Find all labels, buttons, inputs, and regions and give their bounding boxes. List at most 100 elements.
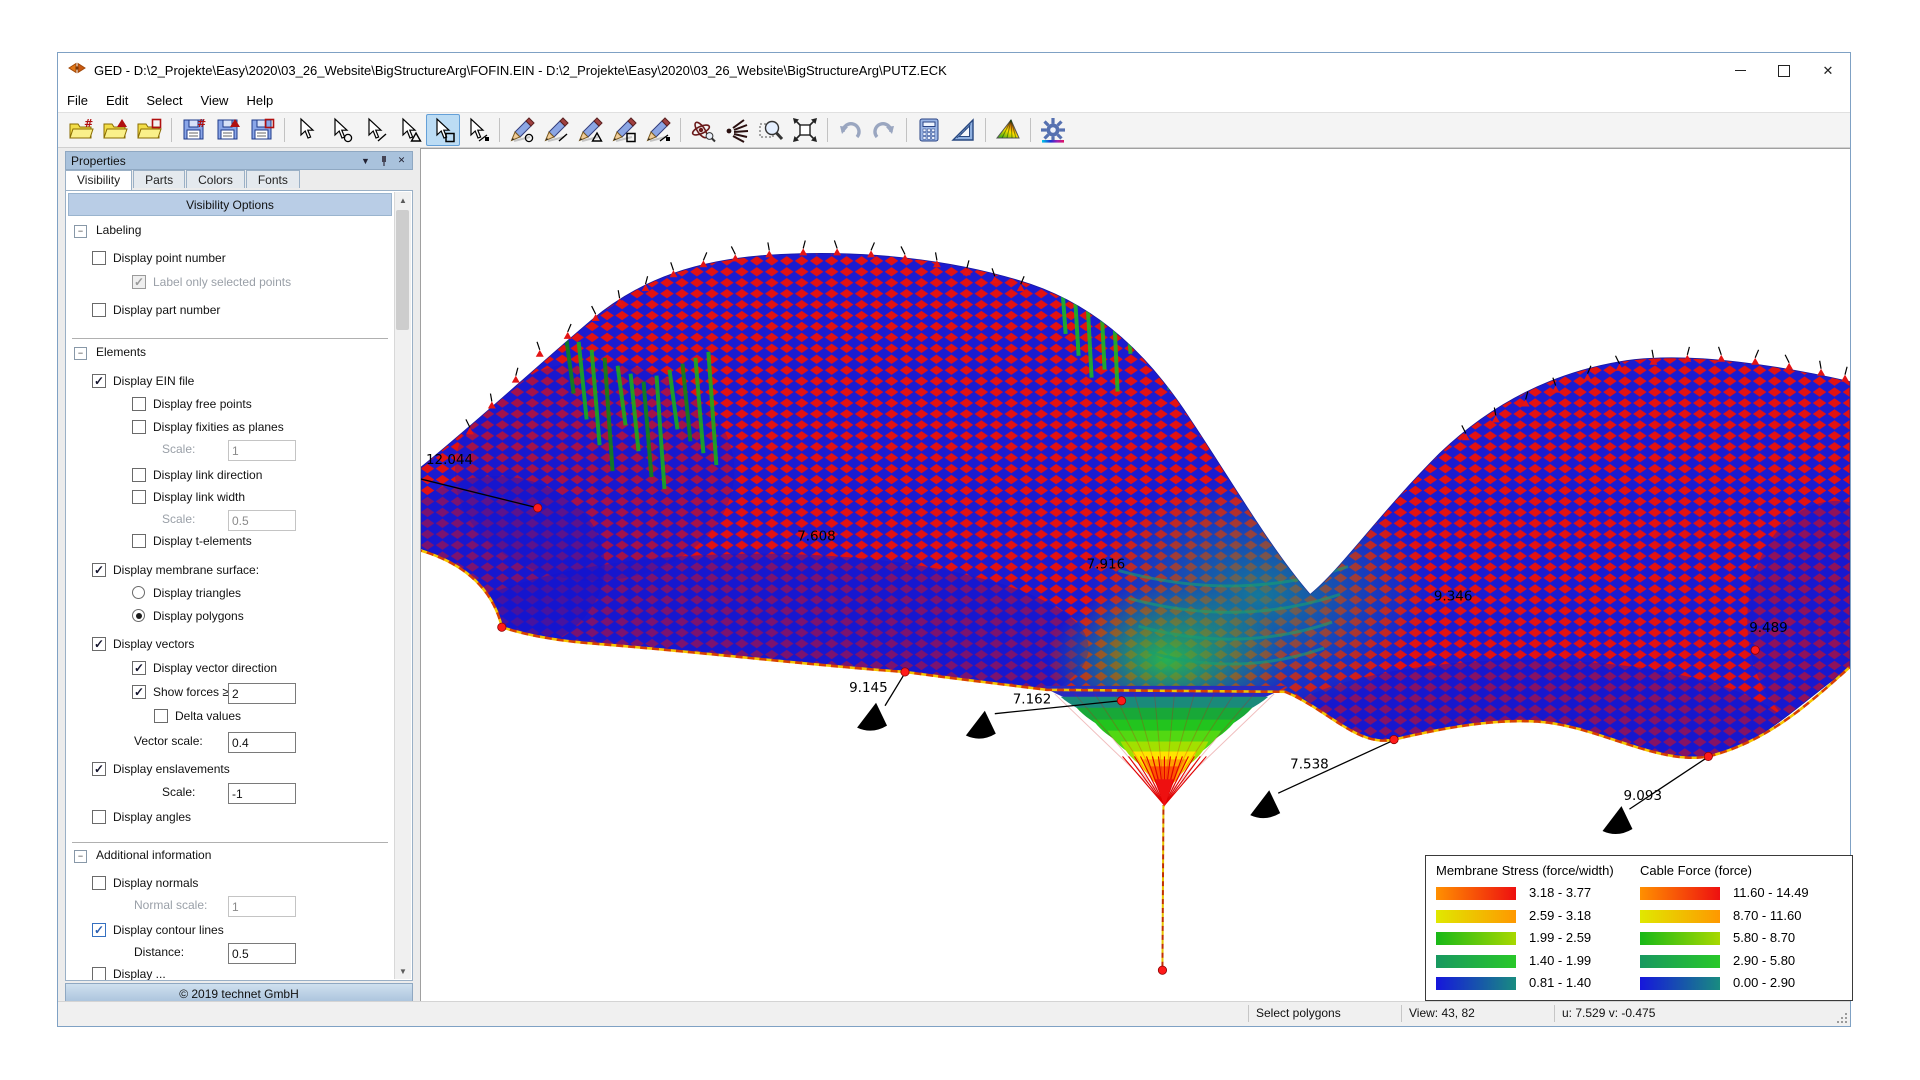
redo-button[interactable] [867, 114, 901, 146]
tab-parts[interactable]: Parts [133, 170, 185, 188]
anchor-cone [857, 703, 887, 731]
tab-colors[interactable]: Colors [186, 170, 245, 188]
calculator-button[interactable] [912, 114, 946, 146]
maximize-button[interactable] [1762, 53, 1806, 88]
panel-menu-icon[interactable]: ▼ [358, 153, 373, 168]
zoom-window-button[interactable] [754, 114, 788, 146]
input-scale[interactable] [228, 440, 296, 461]
checkbox-display-contour-lines[interactable]: ✓ [92, 923, 106, 937]
scroll-thumb[interactable] [396, 210, 409, 330]
checkbox-display-vector-direction[interactable]: ✓ [132, 661, 146, 675]
checkbox-label: Display link direction [153, 468, 262, 482]
status-uv: u: 7.529 v: -0.475 [1562, 1006, 1655, 1020]
membrane-view-button[interactable] [991, 114, 1025, 146]
draw-links-button[interactable] [641, 114, 675, 146]
3d-viewport[interactable]: 12.0447.6087.9169.3469.4899.1457.1627.53… [420, 148, 1850, 1001]
checkbox-display-vectors[interactable]: ✓ [92, 637, 106, 651]
open-lines-file-button[interactable] [98, 114, 132, 146]
menu-item-help[interactable]: Help [237, 90, 282, 111]
menu-item-view[interactable]: View [192, 90, 238, 111]
panel-scrollbar[interactable]: ▲ ▼ [394, 192, 411, 979]
close-button[interactable]: ✕ [1806, 53, 1850, 88]
checkbox-display-normals[interactable] [92, 876, 106, 890]
zoom-point-button[interactable] [720, 114, 754, 146]
input-distance[interactable] [228, 943, 296, 964]
save-lines-file-button[interactable] [211, 114, 245, 146]
save-polygons-file-button[interactable] [245, 114, 279, 146]
checkbox-delta-values[interactable] [154, 709, 168, 723]
settings-button[interactable] [1036, 114, 1070, 146]
select-lines-button[interactable] [358, 114, 392, 146]
open-points-file-button[interactable]: # [64, 114, 98, 146]
checkbox-display-ein-file[interactable]: ✓ [92, 374, 106, 388]
checkbox-display-point-number[interactable] [92, 251, 106, 265]
app-logo-icon [68, 60, 86, 81]
input-scale[interactable] [228, 510, 296, 531]
checkbox-label: Display EIN file [113, 374, 194, 388]
orbit-view-button[interactable] [686, 114, 720, 146]
select-points-button[interactable] [324, 114, 358, 146]
checkbox-display-part-number[interactable] [92, 303, 106, 317]
input-scale[interactable] [228, 783, 296, 804]
legend-range: 0.00 - 2.90 [1733, 975, 1795, 990]
checkbox-display[interactable] [92, 967, 106, 980]
checkbox-display-free-points[interactable] [132, 397, 146, 411]
measure-button[interactable] [946, 114, 980, 146]
force-label: 7.916 [1087, 558, 1126, 573]
radio-display-triangles[interactable] [132, 586, 145, 599]
scroll-up-icon[interactable]: ▲ [395, 192, 411, 208]
toolbar-separator [171, 118, 172, 142]
open-polygons-file-button[interactable] [132, 114, 166, 146]
row-display-fixities-as-planes: Display fixities as planes [66, 418, 396, 438]
node-dot [534, 504, 542, 512]
panel-body: Visibility Options− Labeling Display poi… [65, 190, 413, 981]
force-label: 7.608 [797, 530, 836, 545]
collapse-icon[interactable]: − [74, 225, 87, 238]
checkbox-display-membrane-surface[interactable]: ✓ [92, 563, 106, 577]
tab-fonts[interactable]: Fonts [246, 170, 300, 188]
checkbox-display-fixities-as-planes[interactable] [132, 420, 146, 434]
row-display-point-number: Display point number [66, 249, 396, 269]
checkbox-label: Display free points [153, 397, 252, 411]
checkbox-display-link-direction[interactable] [132, 468, 146, 482]
checkbox-show-forces[interactable]: ✓ [132, 685, 146, 699]
input-show-forces[interactable] [228, 683, 296, 704]
input-vector-scale[interactable] [228, 732, 296, 753]
checkbox-display-t-elements[interactable] [132, 534, 146, 548]
undo-button[interactable] [833, 114, 867, 146]
menu-item-file[interactable]: File [58, 90, 97, 111]
collapse-icon[interactable]: − [74, 850, 87, 863]
checkbox-display-angles[interactable] [92, 810, 106, 824]
input-normal-scale[interactable] [228, 896, 296, 917]
force-label: 7.162 [1013, 693, 1052, 708]
legend-color-bar [1436, 887, 1516, 900]
row-display-normals: Display normals [66, 874, 396, 894]
undo-icon [837, 117, 863, 143]
node-dot [901, 668, 909, 676]
draw-triangles-button[interactable] [573, 114, 607, 146]
radio-display-polygons[interactable] [132, 609, 145, 622]
row-distance: Distance: [66, 943, 396, 963]
save-points-file-button[interactable]: # [177, 114, 211, 146]
checkbox-display-link-width[interactable] [132, 490, 146, 504]
minimize-button[interactable] [1718, 53, 1762, 88]
draw-lines-button[interactable] [539, 114, 573, 146]
menu-item-edit[interactable]: Edit [97, 90, 137, 111]
select-triangles-button[interactable] [392, 114, 426, 146]
resize-grip[interactable] [1837, 1013, 1847, 1023]
menu-item-select[interactable]: Select [137, 90, 191, 111]
select-links-button[interactable] [460, 114, 494, 146]
checkbox-label: Display angles [113, 810, 191, 824]
tab-visibility[interactable]: Visibility [65, 170, 132, 190]
collapse-icon[interactable]: − [74, 347, 87, 360]
zoom-fit-button[interactable] [788, 114, 822, 146]
draw-points-button[interactable] [505, 114, 539, 146]
select-cursor-button[interactable] [290, 114, 324, 146]
select-polygons-button[interactable] [426, 114, 460, 146]
checkbox-display-enslavements[interactable]: ✓ [92, 762, 106, 776]
draw-polygons-button[interactable] [607, 114, 641, 146]
panel-close-icon[interactable]: ✕ [394, 153, 409, 168]
scroll-down-icon[interactable]: ▼ [395, 963, 411, 979]
panel-pin-icon[interactable] [376, 153, 391, 168]
checkbox-label-only-selected-points[interactable]: ✓ [132, 275, 146, 289]
